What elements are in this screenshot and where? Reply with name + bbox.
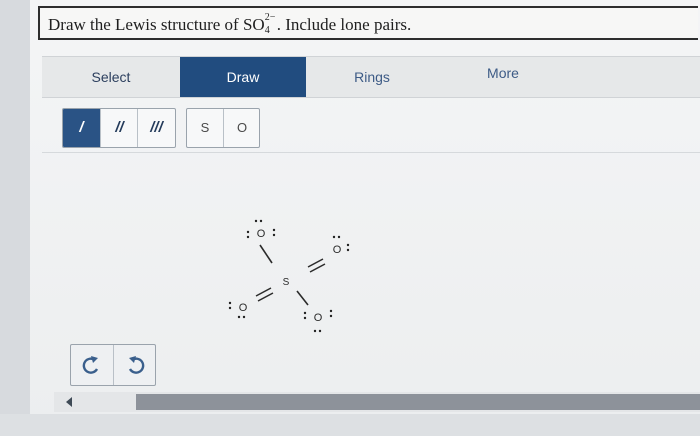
atom-o-top[interactable]: O bbox=[257, 228, 266, 240]
lone-pair-dot bbox=[303, 316, 307, 320]
lone-pair-dot bbox=[272, 233, 276, 237]
undo-button[interactable] bbox=[71, 345, 113, 385]
lone-pair-dot bbox=[254, 219, 258, 223]
lone-pair-dot bbox=[337, 235, 341, 239]
scroll-thumb[interactable] bbox=[136, 394, 700, 410]
bottom-strip bbox=[0, 414, 700, 436]
formula-charge: 2− 4 bbox=[264, 12, 277, 37]
atom-o-bottom[interactable]: O bbox=[314, 312, 323, 324]
tab-select[interactable]: Select bbox=[42, 57, 180, 97]
undo-icon bbox=[82, 356, 99, 374]
redo-icon bbox=[128, 356, 145, 374]
lone-pair-dot bbox=[346, 248, 350, 252]
single-bond-button[interactable]: / bbox=[63, 109, 100, 147]
formula-subscript: 4 bbox=[264, 25, 270, 37]
bond-tool-group: / // /// bbox=[62, 108, 176, 148]
oxygen-atom-button[interactable]: O bbox=[223, 109, 259, 147]
atom-o-left[interactable]: O bbox=[239, 302, 248, 314]
question-prompt: Draw the Lewis structure of SO 2− 4. Inclu… bbox=[38, 6, 698, 40]
lone-pair-dot bbox=[313, 329, 317, 333]
lone-pair-dot bbox=[332, 235, 336, 239]
history-controls bbox=[70, 344, 156, 386]
lone-pair-dot bbox=[228, 301, 232, 305]
bond-s-o-bottom[interactable] bbox=[296, 290, 309, 306]
lone-pair-dot bbox=[272, 228, 276, 232]
question-suffix: . Include lone pairs. bbox=[276, 15, 412, 34]
lone-pair-dot bbox=[329, 309, 333, 313]
lone-pair-dot bbox=[242, 315, 246, 319]
lone-pair-dot bbox=[259, 219, 263, 223]
lone-pair-dot bbox=[329, 314, 333, 318]
lone-pair-dot bbox=[303, 311, 307, 315]
redo-button[interactable] bbox=[113, 345, 155, 385]
double-bond-button[interactable]: // bbox=[100, 109, 138, 147]
lone-pair-dot bbox=[228, 306, 232, 310]
atom-tool-group: S O bbox=[186, 108, 260, 148]
horizontal-scrollbar[interactable] bbox=[54, 392, 700, 412]
atom-o-right[interactable]: O bbox=[333, 244, 342, 256]
tab-more[interactable]: More bbox=[438, 57, 568, 97]
lone-pair-dot bbox=[246, 230, 250, 234]
atom-s-center[interactable]: S bbox=[283, 277, 290, 288]
lone-pair-dot bbox=[237, 315, 241, 319]
triple-bond-button[interactable]: /// bbox=[137, 109, 175, 147]
tool-tabs: Select Draw Rings More bbox=[42, 56, 700, 98]
bond-s-o-top[interactable] bbox=[259, 244, 273, 264]
lone-pair-dot bbox=[318, 329, 322, 333]
tab-draw[interactable]: Draw bbox=[180, 57, 306, 97]
tab-rings[interactable]: Rings bbox=[306, 57, 438, 97]
question-prefix: Draw the Lewis structure of SO bbox=[48, 15, 265, 34]
formula-superscript: 2− bbox=[264, 12, 276, 24]
arrow-left-icon[interactable] bbox=[66, 397, 72, 407]
lone-pair-dot bbox=[346, 243, 350, 247]
sulfur-atom-button[interactable]: S bbox=[187, 109, 223, 147]
lone-pair-dot bbox=[246, 235, 250, 239]
